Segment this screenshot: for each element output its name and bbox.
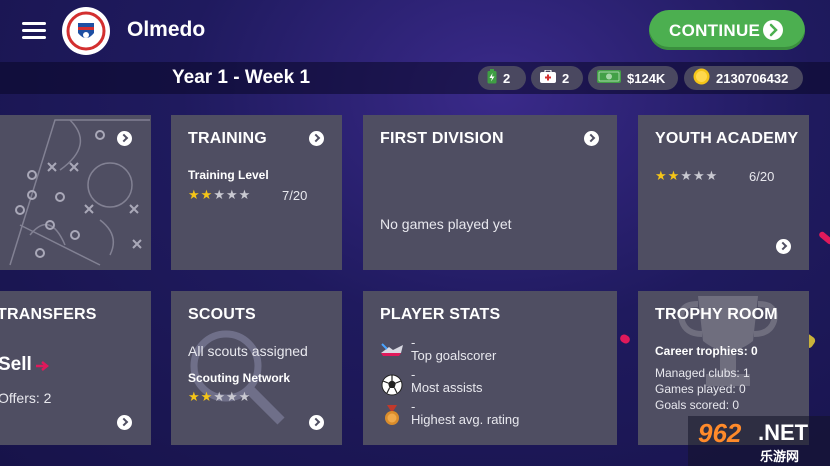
- scouting-network-label: Scouting Network: [188, 371, 291, 385]
- chevron-right-icon: [584, 131, 599, 146]
- youth-academy-title: YOUTH ACADEMY: [655, 130, 799, 147]
- boot-icon: [379, 341, 405, 364]
- star-icon: ★: [655, 168, 667, 183]
- player-stats-card[interactable]: PLAYER STATS - Top goalscorer - Most ass…: [363, 291, 617, 445]
- chevron-right-icon: [117, 415, 132, 430]
- chevron-right-icon: [776, 239, 791, 254]
- chevron-right-icon: [117, 131, 132, 146]
- club-badge[interactable]: [62, 7, 110, 55]
- training-level-label: Training Level: [188, 168, 269, 182]
- top-goalscorer-label: Top goalscorer: [411, 348, 497, 363]
- scouts-status: All scouts assigned: [188, 343, 308, 359]
- watermark-subtitle: 乐游网: [760, 449, 800, 464]
- star-icon: ★: [238, 187, 251, 202]
- gold-coin-icon: [693, 68, 710, 88]
- training-level-value: 7/20: [282, 188, 308, 203]
- goals-scored: Goals scored: 0: [655, 398, 740, 412]
- medical-kit-icon: [540, 69, 556, 86]
- star-icon: ★: [188, 187, 200, 202]
- star-icon: ★: [238, 389, 251, 404]
- youth-academy-stars: ★ ★ ★ ★ ★: [655, 169, 717, 182]
- youth-academy-level-value: 6/20: [749, 169, 775, 184]
- star-icon: ★: [225, 187, 238, 202]
- training-stars: ★ ★ ★ ★ ★: [188, 188, 250, 201]
- energy-counter[interactable]: 2: [478, 66, 526, 90]
- managed-clubs: Managed clubs: 1: [655, 366, 750, 380]
- training-title: TRAINING: [188, 130, 267, 147]
- coins-counter[interactable]: 2130706432: [684, 66, 803, 90]
- games-played: Games played: 0: [655, 382, 746, 396]
- most-assists-label: Most assists: [411, 380, 483, 395]
- star-icon: ★: [225, 389, 238, 404]
- transfers-offers: Offers: 2: [0, 390, 52, 406]
- transfers-card[interactable]: TRANSFERS Sell Offers: 2: [0, 291, 151, 445]
- club-crest-icon: [66, 11, 106, 51]
- soccer-ball-icon: [381, 374, 403, 401]
- cash-counter[interactable]: $124K: [588, 66, 678, 90]
- medical-value: 2: [562, 70, 570, 86]
- site-watermark: 962 .NET 乐游网: [688, 416, 830, 466]
- arrow-right-icon: [36, 359, 50, 377]
- star-half-icon: ★: [200, 389, 213, 404]
- youth-academy-card[interactable]: YOUTH ACADEMY ★ ★ ★ ★ ★ 6/20: [638, 115, 809, 270]
- hamburger-menu-icon[interactable]: [22, 22, 46, 40]
- star-icon: ★: [213, 187, 225, 202]
- coins-value: 2130706432: [716, 70, 789, 86]
- status-bar: Year 1 - Week 1 2 2 $124K 2130706432: [0, 62, 830, 94]
- continue-button[interactable]: CONTINUE: [649, 10, 805, 50]
- first-division-message: No games played yet: [380, 216, 512, 232]
- arrow-right-icon: [763, 20, 783, 40]
- star-icon: ★: [188, 389, 200, 404]
- transfers-title: TRANSFERS: [0, 306, 97, 323]
- scouts-stars: ★ ★ ★ ★ ★: [188, 390, 250, 403]
- watermark-number: 962: [698, 418, 742, 448]
- star-half-icon: ★: [667, 168, 680, 183]
- confetti-shape: [817, 230, 830, 246]
- cash-banknote-icon: [597, 70, 621, 86]
- trophy-room-title: TROPHY ROOM: [655, 306, 778, 323]
- scouts-title: SCOUTS: [188, 306, 256, 323]
- chevron-right-icon: [309, 415, 324, 430]
- tactics-card[interactable]: [0, 115, 151, 270]
- watermark-suffix: .NET: [758, 420, 809, 445]
- energy-battery-icon: [487, 69, 497, 87]
- star-half-icon: ★: [200, 187, 213, 202]
- cash-value: $124K: [627, 70, 666, 86]
- top-bar: Olmedo CONTINUE: [0, 0, 830, 62]
- energy-value: 2: [503, 70, 511, 86]
- transfers-sell-label: Sell: [0, 354, 32, 375]
- player-stats-title: PLAYER STATS: [380, 306, 501, 323]
- confetti-shape: [618, 333, 632, 345]
- scouts-card[interactable]: SCOUTS All scouts assigned Scouting Netw…: [171, 291, 342, 445]
- highest-rating-label: Highest avg. rating: [411, 412, 520, 427]
- star-icon: ★: [705, 168, 718, 183]
- star-icon: ★: [213, 389, 225, 404]
- season-week-label: Year 1 - Week 1: [172, 67, 311, 88]
- first-division-title: FIRST DIVISION: [380, 130, 504, 147]
- star-icon: ★: [680, 168, 692, 183]
- medal-icon: [383, 405, 401, 432]
- training-card[interactable]: TRAINING Training Level ★ ★ ★ ★ ★ 7/20: [171, 115, 342, 270]
- medical-counter[interactable]: 2: [531, 66, 583, 90]
- chevron-right-icon: [309, 131, 324, 146]
- star-icon: ★: [692, 168, 705, 183]
- continue-button-label: CONTINUE: [669, 21, 761, 40]
- career-trophies: Career trophies: 0: [655, 344, 758, 358]
- club-name: Olmedo: [127, 18, 206, 41]
- first-division-card[interactable]: FIRST DIVISION No games played yet: [363, 115, 617, 270]
